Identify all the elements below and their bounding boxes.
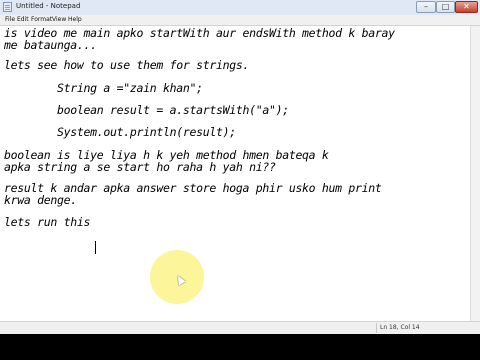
window-title: Untitled - Notepad	[16, 2, 81, 10]
notepad-icon[interactable]	[3, 2, 12, 12]
menu-file[interactable]: File	[5, 16, 15, 23]
menu-help[interactable]: Help	[68, 16, 82, 23]
status-bar: Ln 18, Col 14	[0, 321, 480, 334]
menu-edit[interactable]: Edit	[17, 16, 29, 23]
editor-line: String a ="zain khan";	[4, 81, 203, 95]
minimize-button[interactable]: –	[416, 1, 436, 13]
editor-line: lets see how to use them for strings.	[4, 58, 250, 72]
menu-format[interactable]: Format	[31, 16, 52, 23]
maximize-button[interactable]: □	[436, 1, 455, 13]
text-editor[interactable]: is video me main apko startWith aur ends…	[0, 26, 470, 321]
status-divider	[376, 323, 377, 333]
editor-line: apka string a se start ho raha h yah ni?…	[4, 160, 276, 174]
maximize-icon: □	[441, 2, 450, 11]
cursor-position: Ln 18, Col 14	[380, 324, 420, 331]
close-button[interactable]: ✕	[455, 1, 478, 13]
menu-bar: File Edit Format View Help	[0, 15, 480, 26]
editor-line: lets run this	[4, 215, 91, 229]
editor-line: krwa denge.	[4, 193, 77, 207]
title-bar[interactable]: Untitled - Notepad – □ ✕	[0, 0, 480, 15]
editor-line: me bataunga...	[4, 38, 97, 52]
notepad-window: Untitled - Notepad – □ ✕ File Edit Forma…	[0, 0, 480, 334]
editor-line: System.out.println(result);	[4, 125, 236, 139]
menu-view[interactable]: View	[52, 16, 66, 23]
minimize-icon: –	[424, 2, 428, 11]
close-icon: ✕	[463, 2, 470, 11]
editor-line: boolean result = a.startsWith("a");	[4, 103, 289, 117]
vertical-scrollbar[interactable]	[470, 26, 480, 321]
text-caret	[95, 241, 96, 254]
